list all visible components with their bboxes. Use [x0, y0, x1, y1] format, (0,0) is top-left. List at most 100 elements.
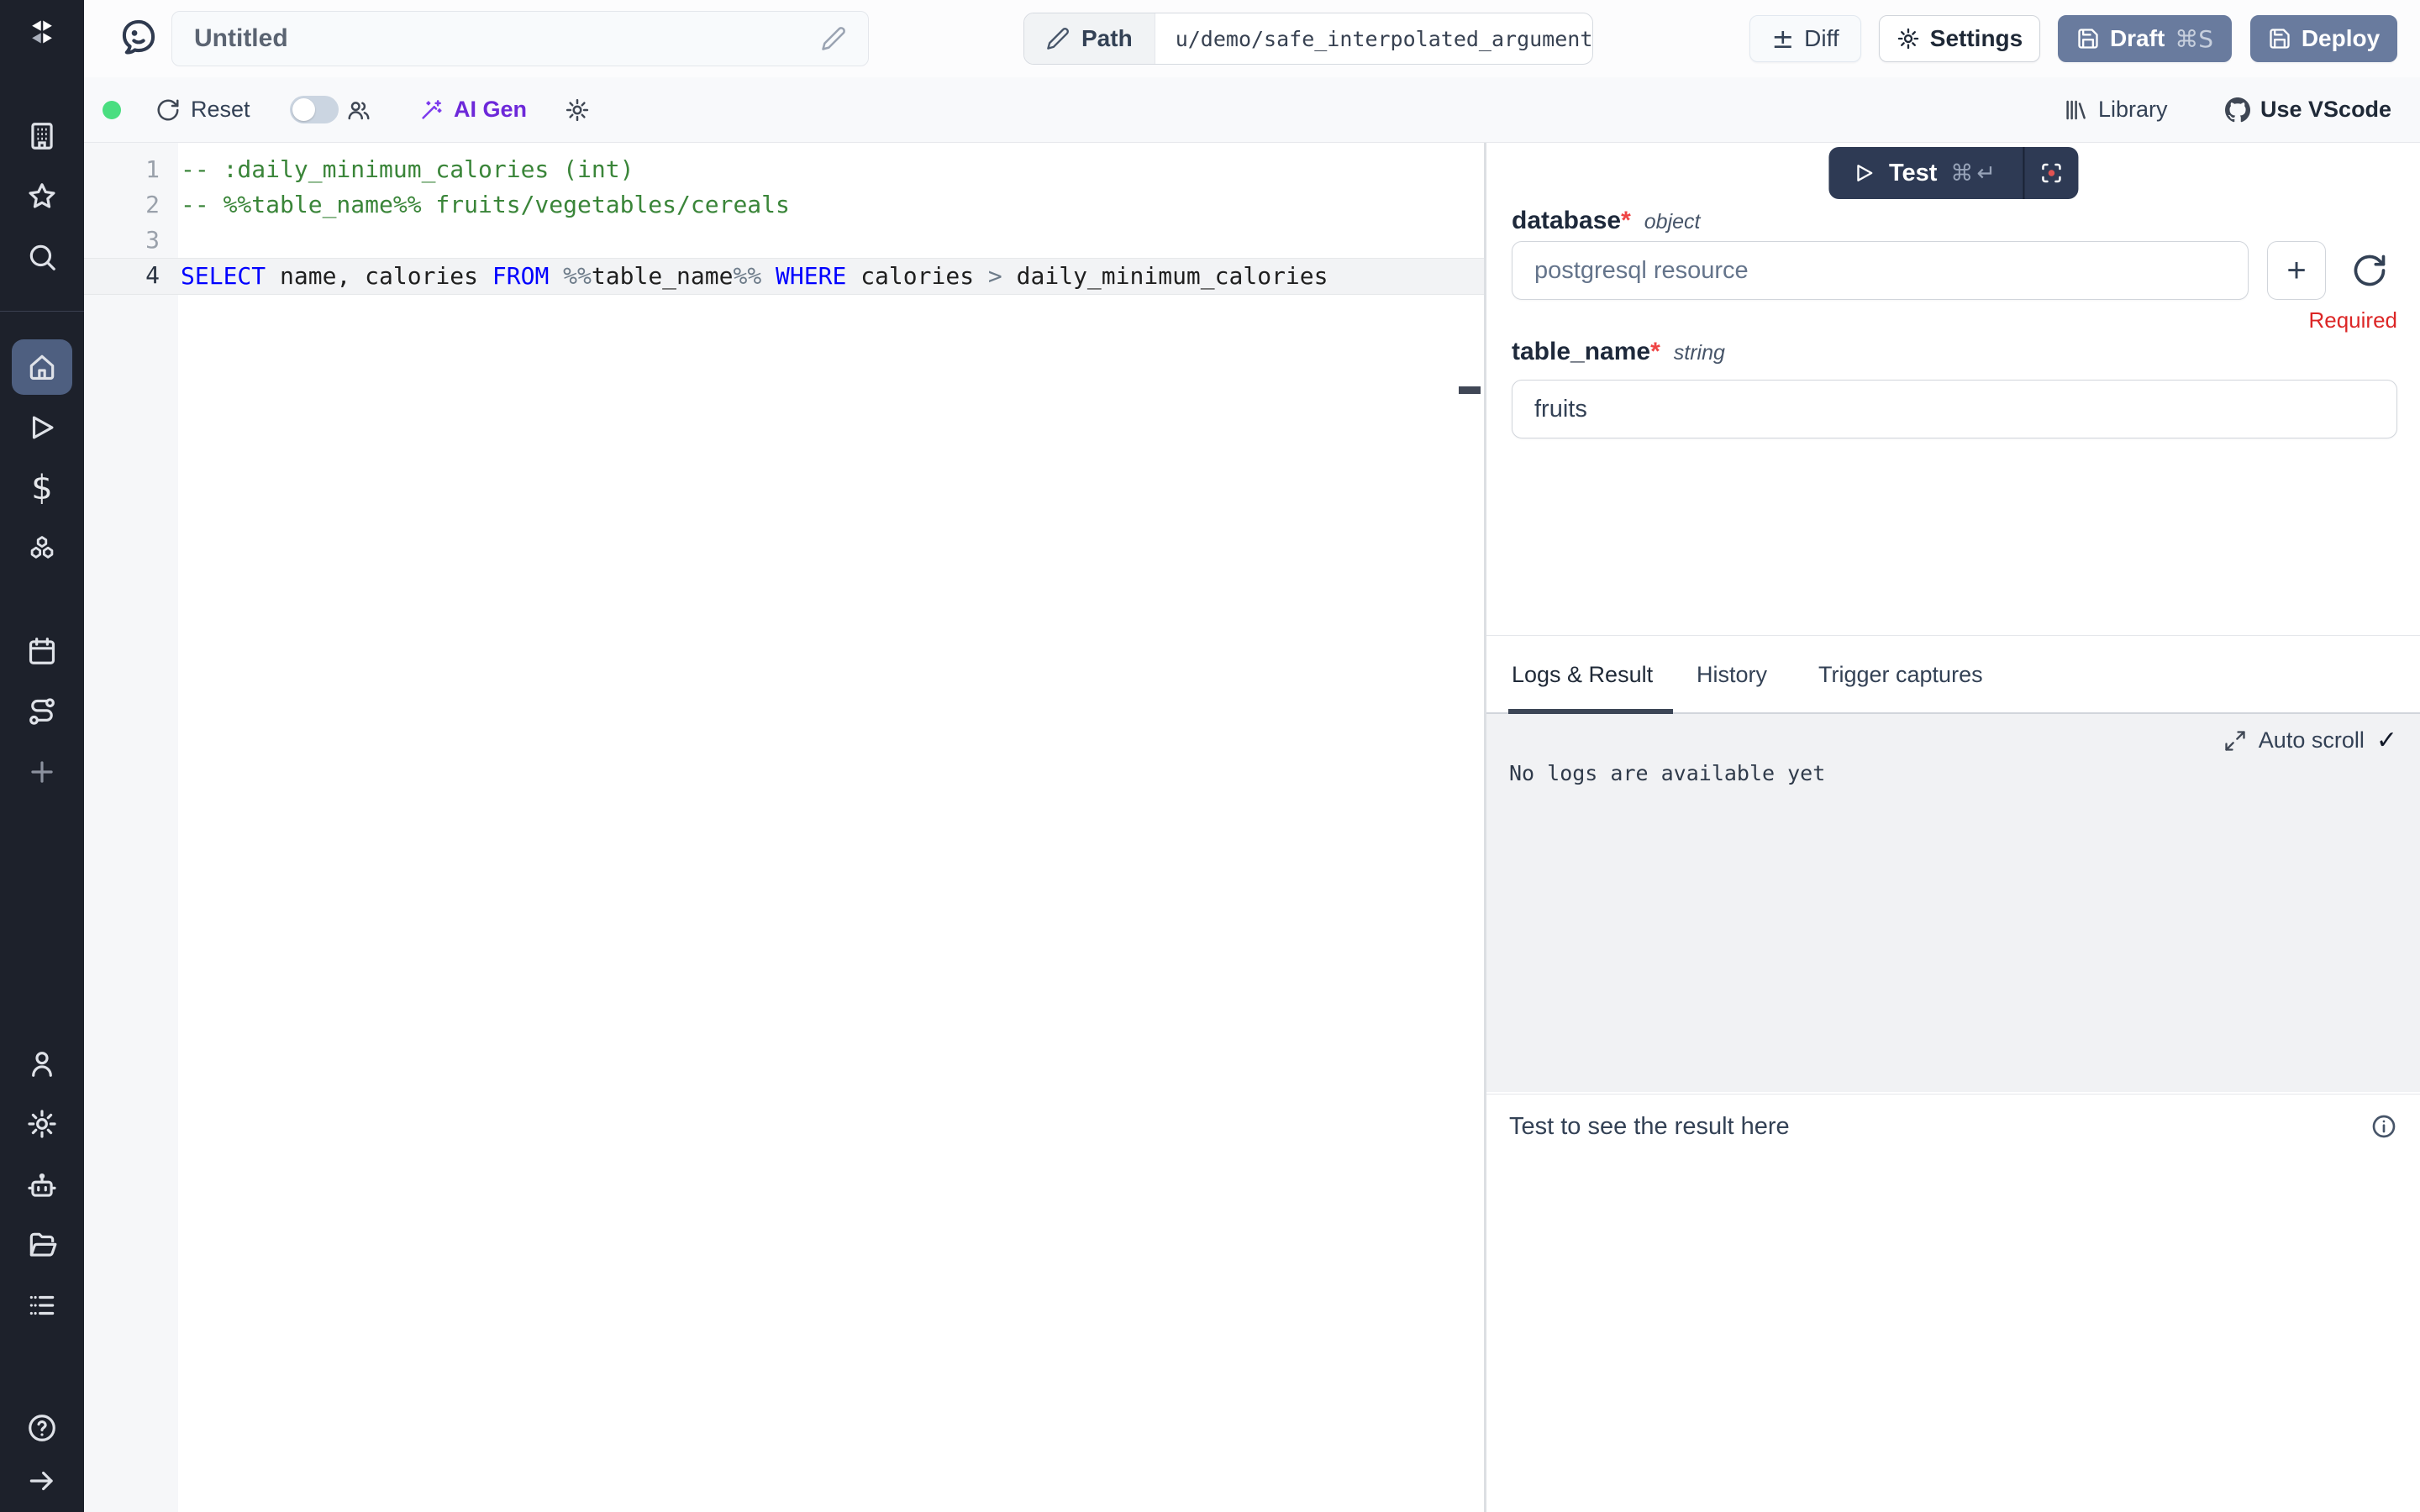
library-label: Library — [2098, 97, 2168, 123]
use-vscode-button[interactable]: Use VScode — [2225, 77, 2391, 142]
editor-gutter — [84, 143, 178, 1512]
settings-gear-icon — [1897, 27, 1920, 50]
app-root: $ Untitled Path u/demo/safe_interpolated… — [0, 0, 2420, 1512]
settings-label: Settings — [1930, 25, 2023, 52]
gear-icon — [565, 97, 590, 123]
check-icon: ✓ — [2376, 726, 2397, 755]
code-line-1[interactable]: -- :daily_minimum_calories (int) — [84, 152, 1484, 187]
multiplayer-users-icon[interactable] — [346, 77, 371, 142]
path-editor[interactable]: Path u/demo/safe_interpolated_arguments — [1023, 13, 1593, 65]
test-button-group: Test ⌘↵ — [1828, 147, 2078, 199]
script-title: Untitled — [194, 24, 821, 53]
expand-sidebar-icon[interactable] — [25, 1464, 59, 1498]
field-label-database: database* object — [1512, 207, 1700, 235]
postgresql-icon — [116, 15, 161, 62]
code-line-3[interactable] — [84, 223, 1484, 258]
settings-gear-icon[interactable] — [25, 1107, 59, 1141]
draft-button[interactable]: Draft ⌘S — [2058, 15, 2232, 62]
multiplayer-toggle[interactable] — [290, 96, 339, 123]
required-asterisk: * — [1650, 338, 1660, 365]
library-button[interactable]: Library — [2063, 77, 2168, 142]
editor-toolbar: Reset AI Gen Library Use VScode — [84, 77, 2420, 143]
auto-scroll-toggle[interactable]: Auto scroll ✓ — [2223, 726, 2397, 755]
diff-button[interactable]: ± Diff — [1749, 15, 1861, 62]
play-icon — [1852, 161, 1876, 185]
flows-icon[interactable] — [25, 695, 59, 728]
path-label: Path — [1081, 25, 1133, 52]
save-icon — [2268, 27, 2291, 50]
edit-path-pencil-icon — [1046, 27, 1070, 50]
diff-icon: ± — [1771, 25, 1794, 52]
tab-logs-result[interactable]: Logs & Result — [1512, 636, 1653, 713]
toggle-knob — [292, 98, 315, 121]
workers-robot-icon[interactable] — [25, 1169, 59, 1203]
code-line-2[interactable]: -- %%table_name%% fruits/vegetables/cere… — [84, 187, 1484, 223]
deploy-button[interactable]: Deploy — [2250, 15, 2397, 62]
field-type: string — [1674, 341, 1725, 365]
topbar: Untitled Path u/demo/safe_interpolated_a… — [84, 0, 2420, 77]
logs-panel: Auto scroll ✓ No logs are available yet — [1486, 714, 2420, 1092]
help-icon[interactable] — [25, 1411, 59, 1445]
path-label-section[interactable]: Path — [1024, 13, 1155, 64]
tab-trigger-captures[interactable]: Trigger captures — [1818, 636, 1983, 713]
edit-title-pencil-icon[interactable] — [821, 26, 846, 51]
users-icon — [346, 97, 371, 123]
runs-icon[interactable] — [25, 411, 59, 444]
draft-shortcut: ⌘S — [2175, 25, 2213, 53]
auto-scroll-label: Auto scroll — [2259, 727, 2365, 753]
workspace-icon[interactable] — [25, 119, 59, 153]
schedules-icon[interactable] — [25, 634, 59, 668]
code-editor[interactable]: -- :daily_minimum_calories (int)-- %%tab… — [84, 143, 1484, 1512]
path-value: u/demo/safe_interpolated_arguments — [1155, 13, 1593, 64]
wand-sparkles-icon — [418, 97, 444, 123]
windmill-logo[interactable] — [25, 15, 59, 49]
variables-icon[interactable]: $ — [25, 471, 59, 505]
add-icon[interactable] — [25, 755, 59, 789]
ai-gen-button[interactable]: AI Gen — [418, 77, 527, 142]
required-asterisk: * — [1621, 207, 1631, 234]
user-icon[interactable] — [25, 1047, 59, 1080]
sidebar: $ — [0, 0, 84, 1512]
code-lines[interactable]: -- :daily_minimum_calories (int)-- %%tab… — [84, 152, 1484, 295]
test-shortcut: ⌘↵ — [1950, 160, 1999, 186]
test-button[interactable]: Test ⌘↵ — [1828, 147, 2023, 199]
database-input[interactable] — [1512, 241, 2249, 300]
result-panel: Test to see the result here — [1486, 1094, 2420, 1512]
empty-logs-message: No logs are available yet — [1509, 761, 1825, 785]
editor-settings-button[interactable] — [565, 77, 590, 142]
resources-icon[interactable] — [25, 532, 59, 565]
info-icon[interactable] — [2370, 1113, 2397, 1140]
home-icon[interactable] — [25, 350, 59, 384]
refresh-resource-icon[interactable] — [2351, 252, 2388, 289]
status-dot — [103, 101, 121, 119]
folders-icon[interactable] — [25, 1228, 59, 1262]
gutter-line-numbers: 1234 — [84, 152, 160, 295]
draft-label: Draft — [2110, 25, 2165, 52]
reset-button[interactable]: Reset — [155, 77, 250, 142]
preview-panel: Test ⌘↵ database* object + Required tabl… — [1486, 143, 2420, 1512]
sidebar-divider — [0, 311, 84, 312]
test-label: Test — [1889, 160, 1937, 187]
add-resource-button[interactable]: + — [2267, 241, 2326, 300]
audit-logs-icon[interactable] — [25, 1289, 59, 1322]
github-icon — [2225, 97, 2250, 123]
table-name-input[interactable] — [1512, 380, 2397, 438]
script-title-input[interactable]: Untitled — [171, 11, 869, 66]
reset-label: Reset — [191, 97, 250, 123]
maximize-icon — [2223, 729, 2247, 753]
field-type: object — [1644, 210, 1701, 234]
result-tabs: Logs & Result History Trigger captures — [1486, 635, 2420, 714]
tab-history[interactable]: History — [1697, 636, 1767, 713]
field-name: database — [1512, 207, 1621, 234]
library-icon — [2063, 97, 2088, 123]
favorites-star-icon[interactable] — [25, 180, 59, 213]
settings-button[interactable]: Settings — [1879, 15, 2040, 62]
required-message: Required — [2308, 307, 2397, 333]
field-label-table-name: table_name* string — [1512, 338, 1725, 366]
ai-gen-label: AI Gen — [454, 97, 527, 123]
code-line-4[interactable]: SELECT name, calories FROM %%table_name%… — [84, 258, 1484, 295]
capture-test-button[interactable] — [2024, 147, 2078, 199]
search-icon[interactable] — [25, 240, 59, 274]
use-vscode-label: Use VScode — [2260, 97, 2391, 123]
capture-frame-icon — [2039, 160, 2064, 186]
